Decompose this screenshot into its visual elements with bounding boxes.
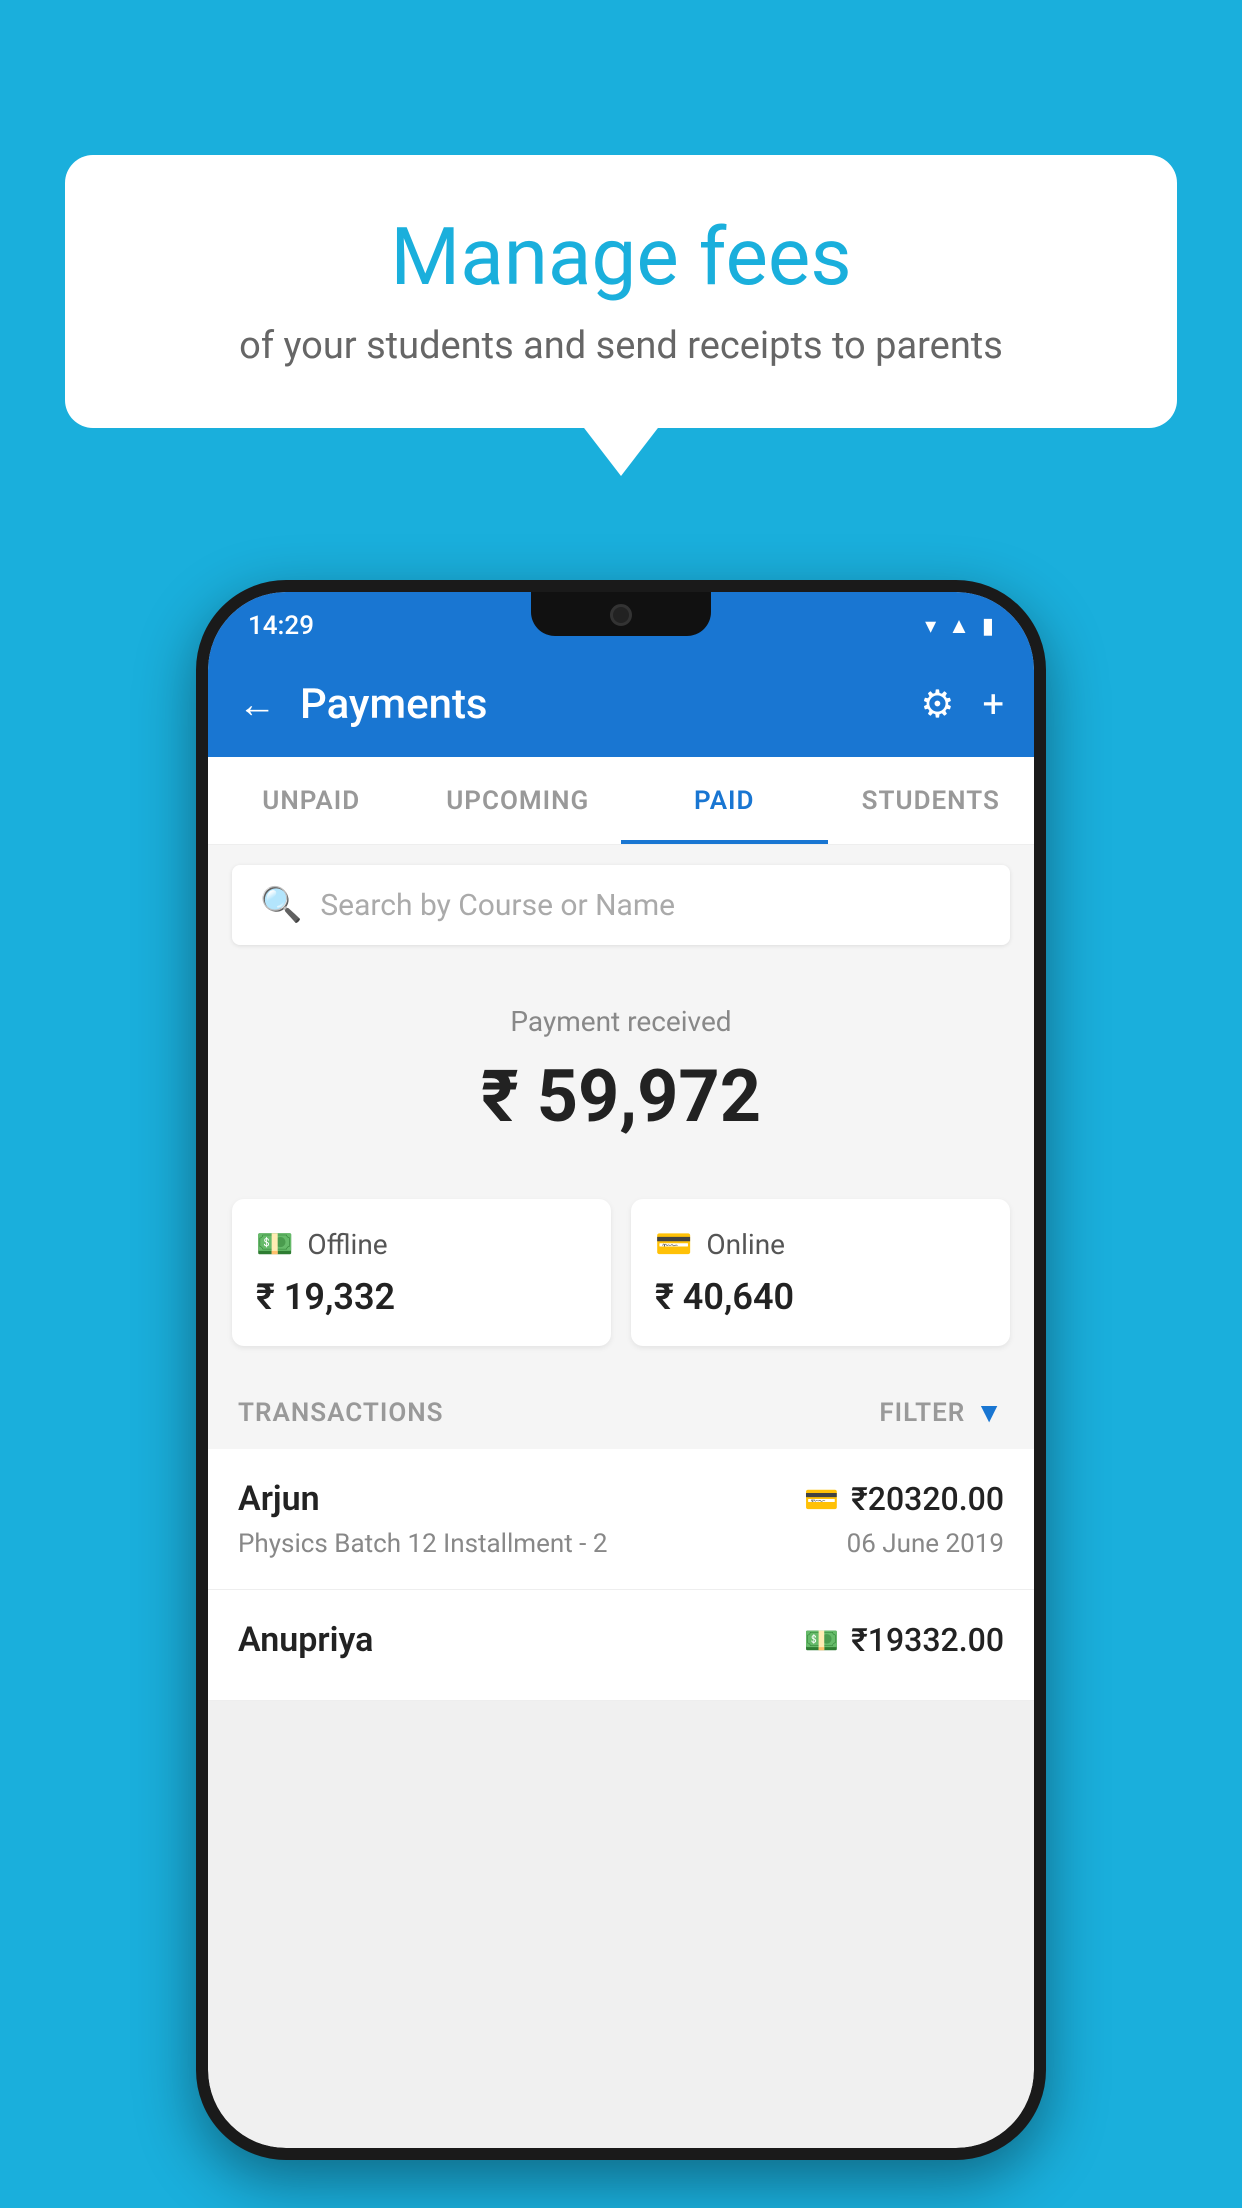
- app-bar-title: Payments: [300, 680, 896, 729]
- transaction-date-1: 06 June 2019: [847, 1529, 1004, 1559]
- filter-button[interactable]: FILTER ▼: [879, 1396, 1004, 1429]
- transactions-header: TRANSACTIONS FILTER ▼: [208, 1376, 1034, 1449]
- transaction-name-1: Arjun: [238, 1479, 320, 1519]
- cash-payment-icon-2: 💵: [804, 1624, 839, 1657]
- phone-screen: 14:29 ▾ ▲ ▮ ← Payments ⚙ + UNPAID UPCOMI…: [208, 592, 1034, 2148]
- online-card-header: 💳 Online: [655, 1227, 986, 1262]
- app-bar-actions: ⚙ +: [920, 682, 1004, 727]
- signal-icon: ▲: [948, 613, 970, 639]
- transaction-row-2: Anupriya 💵 ₹19332.00: [238, 1620, 1004, 1660]
- status-icons: ▾ ▲ ▮: [925, 613, 994, 639]
- status-time: 14:29: [248, 611, 314, 641]
- filter-icon: ▼: [975, 1396, 1004, 1429]
- phone-camera: [610, 604, 632, 626]
- table-row[interactable]: Anupriya 💵 ₹19332.00: [208, 1590, 1034, 1701]
- transaction-detail-row-1: Physics Batch 12 Installment - 2 06 June…: [238, 1529, 1004, 1559]
- offline-amount: ₹ 19,332: [256, 1276, 587, 1318]
- speech-bubble-title: Manage fees: [125, 210, 1117, 304]
- search-icon: 🔍: [260, 885, 302, 925]
- speech-bubble-subtitle: of your students and send receipts to pa…: [125, 324, 1117, 368]
- app-bar: ← Payments ⚙ +: [208, 652, 1034, 757]
- transaction-amount-1: ₹20320.00: [851, 1480, 1004, 1518]
- speech-bubble: Manage fees of your students and send re…: [65, 155, 1177, 428]
- settings-icon[interactable]: ⚙: [920, 682, 954, 727]
- add-icon[interactable]: +: [982, 683, 1004, 727]
- search-box[interactable]: 🔍 Search by Course or Name: [232, 865, 1010, 945]
- tab-upcoming[interactable]: UPCOMING: [415, 757, 622, 844]
- back-button[interactable]: ←: [238, 683, 276, 727]
- battery-icon: ▮: [982, 614, 994, 639]
- speech-bubble-container: Manage fees of your students and send re…: [65, 155, 1177, 428]
- card-payment-icon-1: 💳: [804, 1483, 839, 1516]
- payment-total-amount: ₹ 59,972: [232, 1054, 1010, 1139]
- transactions-label: TRANSACTIONS: [238, 1398, 444, 1428]
- payment-section: Payment received ₹ 59,972: [208, 965, 1034, 1199]
- transaction-amount-wrap-2: 💵 ₹19332.00: [804, 1621, 1004, 1659]
- table-row[interactable]: Arjun 💳 ₹20320.00 Physics Batch 12 Insta…: [208, 1449, 1034, 1590]
- tabs-bar: UNPAID UPCOMING PAID STUDENTS: [208, 757, 1034, 845]
- phone-power-button: [1040, 812, 1046, 922]
- tab-paid[interactable]: PAID: [621, 757, 828, 844]
- payment-received-label: Payment received: [232, 1005, 1010, 1038]
- search-input[interactable]: Search by Course or Name: [320, 888, 675, 923]
- payment-cards: 💵 Offline ₹ 19,332 💳 Online ₹ 40,640: [208, 1199, 1034, 1376]
- tab-students[interactable]: STUDENTS: [828, 757, 1035, 844]
- online-label: Online: [706, 1228, 785, 1261]
- transaction-amount-wrap-1: 💳 ₹20320.00: [804, 1480, 1004, 1518]
- cash-icon: 💵: [256, 1227, 293, 1262]
- offline-card-header: 💵 Offline: [256, 1227, 587, 1262]
- tab-unpaid[interactable]: UNPAID: [208, 757, 415, 844]
- online-amount: ₹ 40,640: [655, 1276, 986, 1318]
- phone-device: 14:29 ▾ ▲ ▮ ← Payments ⚙ + UNPAID UPCOMI…: [196, 580, 1046, 2160]
- phone-volume-button: [196, 852, 202, 922]
- filter-label: FILTER: [879, 1398, 965, 1428]
- transaction-amount-2: ₹19332.00: [851, 1621, 1004, 1659]
- wifi-icon: ▾: [925, 614, 936, 639]
- transaction-row-1: Arjun 💳 ₹20320.00: [238, 1479, 1004, 1519]
- online-payment-card: 💳 Online ₹ 40,640: [631, 1199, 1010, 1346]
- offline-payment-card: 💵 Offline ₹ 19,332: [232, 1199, 611, 1346]
- transaction-list: Arjun 💳 ₹20320.00 Physics Batch 12 Insta…: [208, 1449, 1034, 1701]
- transaction-name-2: Anupriya: [238, 1620, 373, 1660]
- transaction-course-1: Physics Batch 12 Installment - 2: [238, 1529, 607, 1559]
- offline-label: Offline: [307, 1228, 387, 1261]
- search-container: 🔍 Search by Course or Name: [208, 845, 1034, 965]
- card-icon: 💳: [655, 1227, 692, 1262]
- phone-notch: [531, 592, 711, 636]
